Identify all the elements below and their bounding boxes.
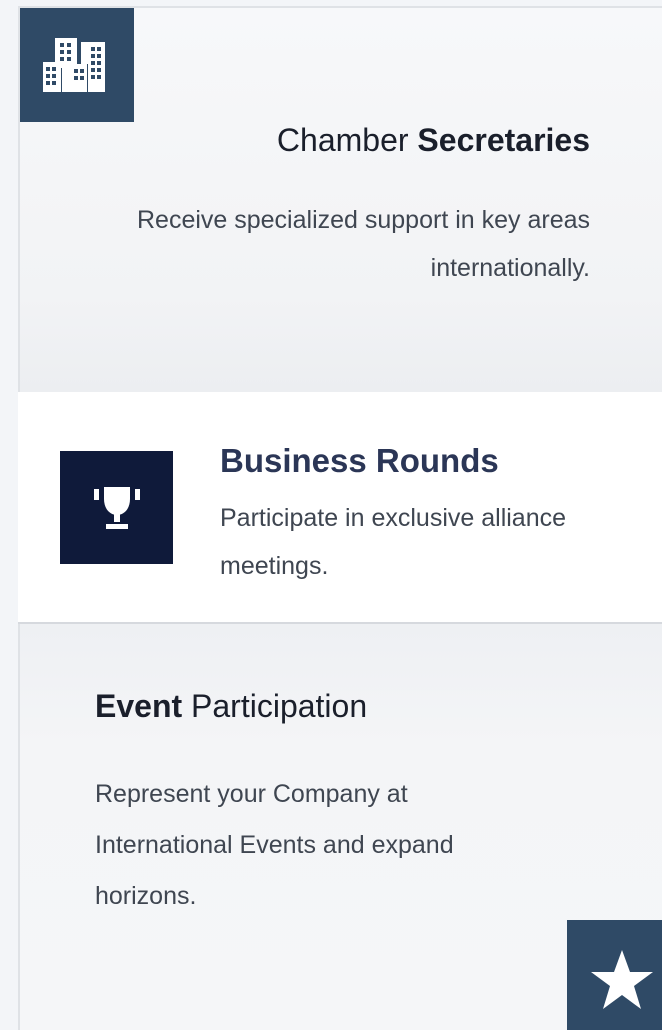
event-participation-description: Represent your Company at International … xyxy=(95,780,454,910)
business-rounds-title: Business Rounds xyxy=(220,442,499,479)
chamber-secretaries-icon-box xyxy=(20,8,134,122)
benefits-page: Chamber Secretaries Receive specialized … xyxy=(0,0,662,1030)
title-bold-part: Event xyxy=(95,688,183,724)
chamber-secretaries-card: Chamber Secretaries Receive specialized … xyxy=(18,6,662,392)
star-icon xyxy=(591,950,653,1009)
event-participation-icon-box xyxy=(567,920,662,1030)
title-bold-part: Secretaries xyxy=(417,122,590,158)
chamber-secretaries-title: Chamber Secretaries xyxy=(277,122,590,159)
title-regular-part: Chamber xyxy=(276,122,418,158)
event-participation-card: Event Participation Represent your Compa… xyxy=(18,624,662,1030)
title-regular-part: Participation xyxy=(182,688,368,724)
business-rounds-icon-box xyxy=(60,451,173,564)
business-rounds-card: Business Rounds Participate in exclusive… xyxy=(18,392,662,624)
trophy-icon xyxy=(93,486,140,529)
business-rounds-description: Participate in exclusive alliance meetin… xyxy=(220,504,567,580)
chamber-secretaries-description: Receive specialized support in key areas… xyxy=(136,206,590,282)
event-participation-title: Event Participation xyxy=(95,688,367,725)
buildings-icon xyxy=(43,38,105,92)
